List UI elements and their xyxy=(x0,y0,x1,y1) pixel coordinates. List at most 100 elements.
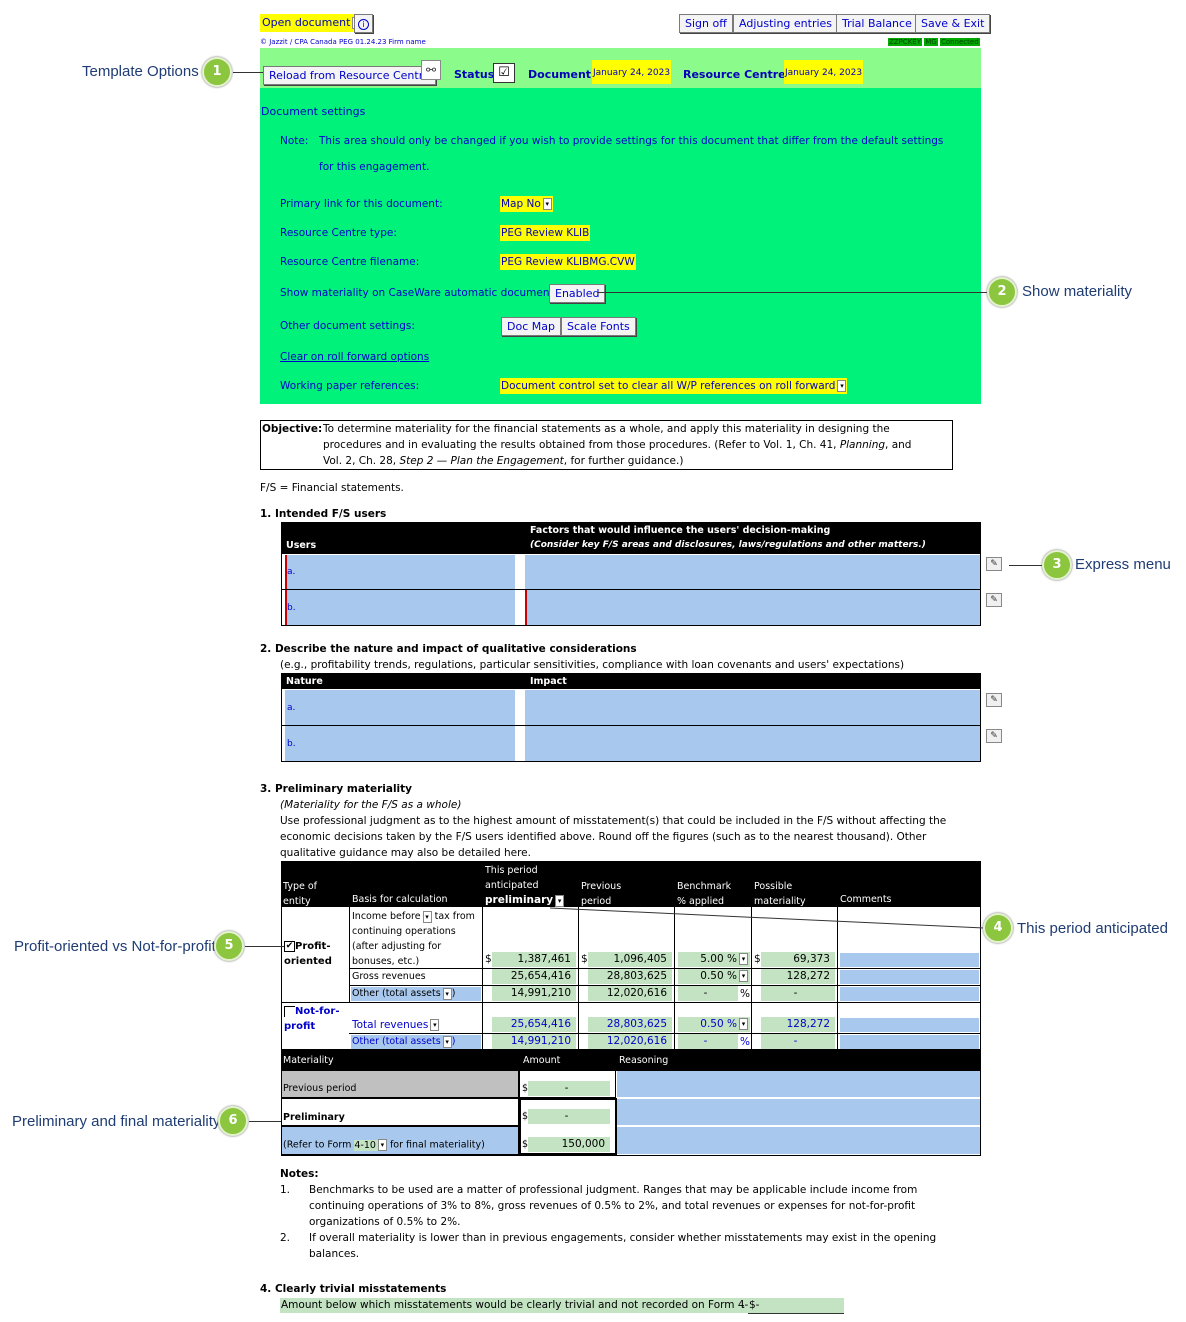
not-for-profit-checkbox[interactable]: Not-for- profit xyxy=(284,1004,339,1034)
other-basis-dropdown[interactable]: Other (total assets ▾) xyxy=(351,987,481,1001)
hdr-this-line1: This period xyxy=(485,865,538,876)
profit-label-line1: Profit- xyxy=(295,941,331,952)
show-materiality-button[interactable]: Enabled xyxy=(549,284,606,303)
other-comments[interactable] xyxy=(840,987,979,1001)
callout-1-badge: 1 xyxy=(202,57,232,87)
express-menu-icon[interactable]: ✎ xyxy=(986,593,1002,607)
callout-6-line xyxy=(249,1121,281,1122)
doc-map-button[interactable]: Doc Map xyxy=(501,317,561,336)
trivial-amount[interactable]: $- xyxy=(748,1298,844,1314)
sign-off-button[interactable]: Sign off xyxy=(679,14,733,33)
section1-col-factors-sub: (Consider key F/S areas and disclosures,… xyxy=(530,540,926,550)
gross-comments[interactable] xyxy=(840,970,979,984)
final-reasoning[interactable] xyxy=(617,1127,980,1154)
chevron-down-icon: ▾ xyxy=(739,1018,748,1030)
nfp-other-benchmark[interactable]: - xyxy=(678,1034,738,1049)
gross-benchmark[interactable]: 0.50 % ▾ xyxy=(678,969,750,984)
hdr-bench-line1: Benchmark xyxy=(677,881,732,892)
trivial-text-dropdown[interactable]: Amount below which misstatements would b… xyxy=(280,1298,774,1313)
note1-line2: continuing operations of 3% to 8%, gross… xyxy=(309,1200,916,1212)
nfp-total-this-period: 25,654,416 xyxy=(492,1017,576,1032)
status-tag-user: MG xyxy=(924,38,938,46)
save-exit-button[interactable]: Save & Exit xyxy=(915,14,991,33)
profit-label-line2: oriented xyxy=(284,956,332,967)
prelim-amount-value: - xyxy=(564,1110,569,1122)
prelim-reasoning[interactable] xyxy=(617,1099,980,1125)
other-benchmark[interactable]: - xyxy=(678,986,738,1001)
hdr-this-line2: anticipated xyxy=(485,880,539,891)
income-possible: 69,373 xyxy=(761,952,835,967)
express-menu-icon[interactable]: ✎ xyxy=(986,693,1002,707)
refer-form-dropdown[interactable]: 4-10 ▾ xyxy=(354,1139,387,1151)
other-previous-period: 12,020,616 xyxy=(588,986,672,1001)
objective-line2-italic: Planning xyxy=(839,439,886,451)
section1-row-a-label: a. xyxy=(287,567,296,577)
nfp-total-comments[interactable] xyxy=(840,1018,979,1032)
rc-type-value[interactable]: PEG Review KLIB xyxy=(500,225,591,241)
objective-line3-end: , for further guidance.) xyxy=(563,455,684,467)
section2-row-a-nature[interactable] xyxy=(285,690,515,725)
primary-link-dropdown[interactable]: Map No ▾ xyxy=(500,196,553,212)
open-document-dropdown[interactable]: Open document▾ xyxy=(260,14,364,32)
section1-row-b-users[interactable] xyxy=(285,590,515,625)
section3-title: 3. Preliminary materiality xyxy=(260,783,413,795)
link-icon[interactable]: ⚯ xyxy=(421,60,441,80)
income-this-period: 1,387,461 xyxy=(492,952,576,967)
info-button[interactable]: i xyxy=(354,14,373,33)
section2-row-b-label: b. xyxy=(287,739,296,749)
income-basis: Income before ▾ tax from continuing opera… xyxy=(352,909,475,969)
trial-balance-button[interactable]: Trial Balance xyxy=(836,14,918,33)
callout-2-badge: 2 xyxy=(987,277,1017,307)
section3-para2: economic decisions taken by the F/S user… xyxy=(280,831,927,843)
express-menu-icon[interactable]: ✎ xyxy=(986,557,1002,571)
callout-5-line xyxy=(245,946,284,947)
section2-col-nature: Nature xyxy=(286,676,323,687)
nfp-total-benchmark[interactable]: 0.50 % ▾ xyxy=(678,1017,750,1032)
wp-references-dropdown[interactable]: Document control set to clear all W/P re… xyxy=(500,378,848,394)
profit-oriented-checkbox[interactable]: ✔ Profit- oriented xyxy=(284,939,332,969)
total-revenues-dropdown[interactable]: Total revenues ▾ xyxy=(352,1019,440,1031)
clear-roll-forward-link[interactable]: Clear on roll forward options xyxy=(280,351,429,363)
other-this-period: 14,991,210 xyxy=(492,986,576,1001)
nfp-other-basis-dropdown[interactable]: Other (total assets ▾) xyxy=(351,1035,481,1049)
note-line2: for this engagement. xyxy=(319,161,430,173)
income-comments[interactable] xyxy=(840,953,979,967)
nfp-other-comments[interactable] xyxy=(840,1035,979,1049)
section1-row-b-factors[interactable] xyxy=(525,590,980,625)
income-benchmark[interactable]: 5.00 % ▾ xyxy=(678,952,750,967)
reload-resource-centre-button[interactable]: Reload from Resource Centre xyxy=(263,66,436,85)
document-date: January 24, 2023 xyxy=(592,60,672,84)
nfp-other-possible-value: - xyxy=(793,1035,798,1047)
open-document-label: Open document xyxy=(262,16,351,29)
status-check-icon: ☑ xyxy=(493,63,515,83)
section2-row-b-nature[interactable] xyxy=(285,726,515,761)
nfp-other-this-period: 14,991,210 xyxy=(492,1034,576,1049)
section3-para3: qualitative guidance may also be detaile… xyxy=(280,847,531,859)
chevron-down-icon: ▾ xyxy=(739,970,748,982)
section1-row-a-users[interactable] xyxy=(285,555,515,589)
rc-filename-value[interactable]: PEG Review KLIBMG.CVW xyxy=(500,254,636,270)
callout-4-text: This period anticipated xyxy=(1017,920,1168,937)
prev-period-amount: - xyxy=(528,1081,610,1096)
express-menu-icon[interactable]: ✎ xyxy=(986,729,1002,743)
trivial-period: . xyxy=(742,1299,746,1311)
document-label: Document : xyxy=(528,68,600,81)
chevron-down-icon: ▾ xyxy=(442,1035,452,1048)
prev-period-reasoning[interactable] xyxy=(617,1071,980,1097)
section2-row-a-impact[interactable] xyxy=(525,690,980,725)
chevron-down-icon: ▾ xyxy=(430,1019,440,1031)
income-basis-text2: tax from xyxy=(434,911,475,922)
income-previous-period: 1,096,405 xyxy=(588,952,672,967)
callout-3-badge: 3 xyxy=(1042,550,1072,580)
show-materiality-label: Show materiality on CaseWare automatic d… xyxy=(280,287,563,299)
note-label: Note: xyxy=(280,135,309,147)
section2-row-b-impact[interactable] xyxy=(525,726,980,761)
section2-header xyxy=(281,673,981,689)
gross-benchmark-value: 0.50 xyxy=(700,970,724,982)
page: Open document▾ i Sign off Adjusting entr… xyxy=(0,0,1186,1322)
adjusting-entries-button[interactable]: Adjusting entries xyxy=(733,14,839,33)
chevron-down-icon[interactable]: ▾ xyxy=(422,910,432,923)
scale-fonts-button[interactable]: Scale Fonts xyxy=(561,317,636,336)
section1-row-a-factors[interactable] xyxy=(525,555,980,589)
note2-number: 2. xyxy=(280,1232,291,1244)
